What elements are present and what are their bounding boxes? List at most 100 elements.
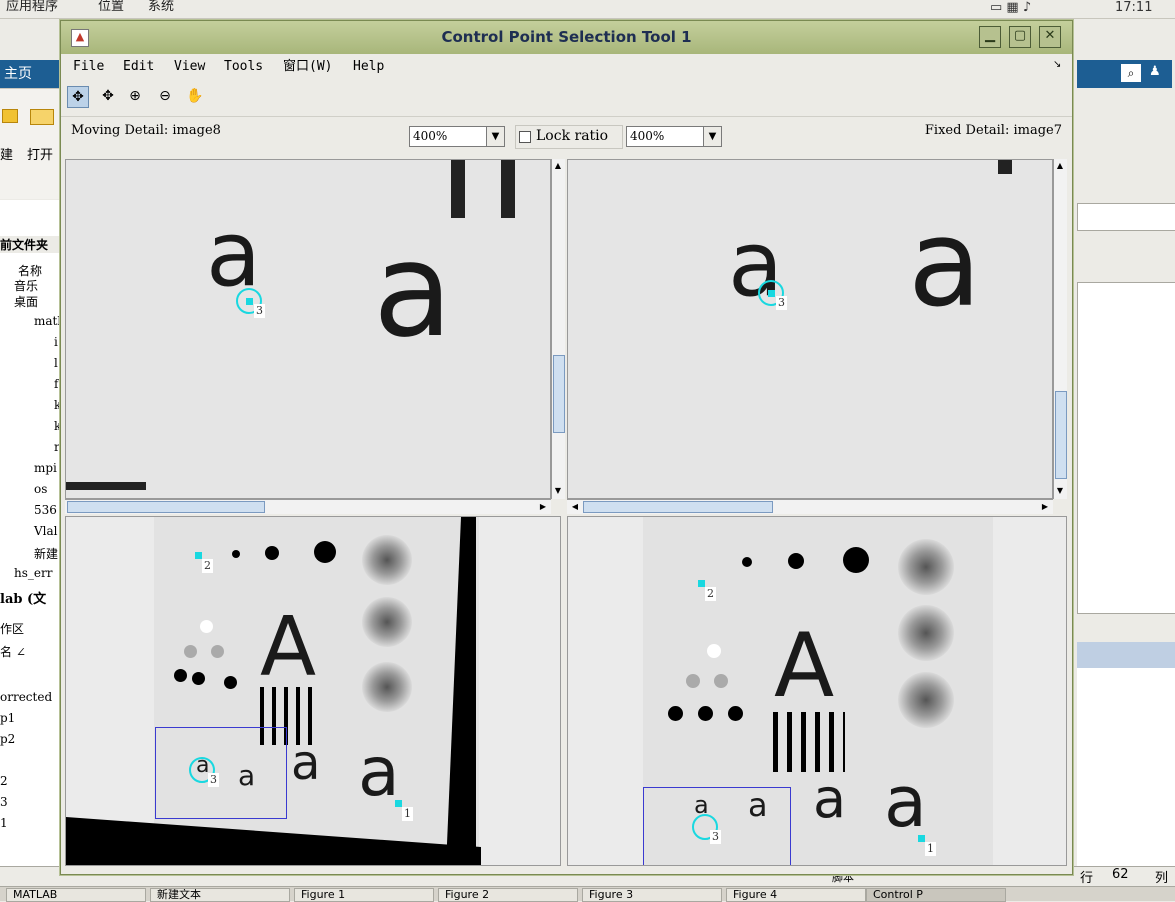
open-folder-icon[interactable] <box>30 109 54 125</box>
scroll-up-icon[interactable]: ▲ <box>1054 160 1066 172</box>
menu-tools[interactable]: Tools <box>224 55 263 79</box>
fixed-hscroll[interactable]: ◀ ▶ <box>567 499 1053 514</box>
cpselect-window: ▲ Control Point Selection Tool 1 ▁ ▢ ✕ F… <box>60 20 1073 875</box>
control-point-dot[interactable] <box>195 552 202 559</box>
fixed-detail-pane[interactable]: a a 3 <box>567 159 1053 499</box>
scroll-thumb[interactable] <box>1055 391 1067 479</box>
window-title: Control Point Selection Tool 1 <box>441 28 692 46</box>
system-menu[interactable]: 系统 <box>148 0 174 14</box>
control-point-dot[interactable] <box>768 290 775 297</box>
dot-mark <box>686 674 700 688</box>
scroll-right-icon[interactable]: ▶ <box>537 501 549 513</box>
dot-mark <box>714 674 728 688</box>
bell-icon[interactable]: ♟ <box>1149 64 1161 79</box>
detail-rectangle[interactable] <box>155 727 287 819</box>
chevron-down-icon[interactable]: ▼ <box>703 127 721 146</box>
tree-item[interactable]: Vlal <box>34 524 58 538</box>
noise-blob <box>898 605 954 661</box>
scroll-thumb[interactable] <box>553 355 565 433</box>
cp-select-tool-icon[interactable]: ✥ <box>67 86 89 108</box>
bg-editor-area <box>1077 282 1175 614</box>
scroll-up-icon[interactable]: ▲ <box>552 160 564 172</box>
tree-item[interactable]: 桌面 <box>14 293 38 310</box>
scroll-thumb[interactable] <box>583 501 773 513</box>
cp-add-tool-icon[interactable]: ✥ <box>97 86 119 108</box>
new-label: 建 <box>0 148 14 163</box>
dot-mark <box>200 620 213 633</box>
dot-mark <box>192 672 205 685</box>
scroll-right-icon[interactable]: ▶ <box>1039 501 1051 513</box>
cp-label: 2 <box>705 587 716 601</box>
noise-blob <box>362 662 412 712</box>
dock-arrow-icon[interactable]: ↘ <box>1053 59 1061 70</box>
moving-hscroll[interactable]: ▶ <box>65 499 551 514</box>
control-point-dot[interactable] <box>698 580 705 587</box>
moving-detail-label: Moving Detail: image8 <box>71 123 221 138</box>
tree-item[interactable]: 536 <box>34 503 57 517</box>
tree-item[interactable]: i <box>54 335 58 349</box>
tree-item[interactable]: 新建 <box>34 545 58 562</box>
fixed-vscroll[interactable]: ▲ ▼ <box>1053 159 1067 499</box>
chevron-down-icon[interactable]: ▼ <box>486 127 504 146</box>
tree-item[interactable]: hs_err <box>14 566 52 580</box>
menu-file[interactable]: File <box>73 55 104 79</box>
status-row-value: 62 <box>1112 867 1129 882</box>
zoom-out-icon[interactable]: ⊖ <box>154 86 176 108</box>
bg-search-bar[interactable]: ⌕ ♟ <box>1077 60 1172 88</box>
control-point-dot[interactable] <box>246 298 253 305</box>
noise-blob <box>362 597 412 647</box>
maximize-button[interactable]: ▢ <box>1009 26 1031 48</box>
menu-bar: File Edit View Tools 窗口(W) Help ↘ <box>61 55 1072 79</box>
bg-address-field[interactable] <box>1077 203 1175 231</box>
lock-ratio-checkbox[interactable] <box>519 131 531 143</box>
bar-mark <box>451 160 465 218</box>
close-button[interactable]: ✕ <box>1039 26 1061 48</box>
fixed-overview-pane[interactable]: A a a a a 3 2 1 <box>567 516 1067 866</box>
lock-ratio-label: Lock ratio <box>536 128 609 144</box>
title-bar[interactable]: ▲ Control Point Selection Tool 1 ▁ ▢ ✕ <box>61 21 1072 54</box>
moving-detail-pane[interactable]: a a 3 <box>65 159 551 499</box>
menu-view[interactable]: View <box>174 55 205 79</box>
scroll-left-icon[interactable]: ◀ <box>569 501 581 513</box>
letter-a: a <box>884 761 927 843</box>
letter-a: a <box>908 195 982 334</box>
noise-blob <box>898 539 954 595</box>
cmd-line: 3 <box>0 795 8 809</box>
open-label[interactable]: 打开 <box>27 144 53 163</box>
minimize-button[interactable]: ▁ <box>979 26 1001 48</box>
dot-mark <box>211 645 224 658</box>
moving-vscroll[interactable]: ▲ ▼ <box>551 159 565 499</box>
tree-item[interactable]: os <box>34 482 47 496</box>
tree-item[interactable]: matl <box>34 314 61 328</box>
lock-ratio-group[interactable]: Lock ratio <box>515 125 623 149</box>
moving-overview-pane[interactable]: A a a a a 3 2 1 <box>65 516 561 866</box>
apps-menu[interactable]: 应用程序 <box>6 0 58 14</box>
scroll-thumb[interactable] <box>67 501 265 513</box>
tree-item[interactable]: l <box>54 356 58 370</box>
new-icon[interactable] <box>2 109 18 123</box>
control-point-dot[interactable] <box>918 835 925 842</box>
pan-hand-icon[interactable]: ✋ <box>184 86 206 108</box>
scroll-down-icon[interactable]: ▼ <box>1054 485 1066 497</box>
dot-mark <box>668 706 683 721</box>
tree-item[interactable]: mpi <box>34 461 57 475</box>
menu-edit[interactable]: Edit <box>123 55 154 79</box>
menu-help[interactable]: Help <box>353 55 384 79</box>
dot-mark <box>174 669 187 682</box>
tree-item[interactable]: r <box>54 440 60 454</box>
cmd-line: orrected <box>0 690 53 704</box>
fixed-zoom-select[interactable]: 400% ▼ <box>626 126 722 147</box>
dot-mark <box>707 644 721 658</box>
search-icon[interactable]: ⌕ <box>1121 64 1141 82</box>
places-menu[interactable]: 位置 <box>98 0 124 14</box>
status-col-label: 列 <box>1155 871 1169 886</box>
dot-mark <box>728 706 743 721</box>
bg-home-tab[interactable]: 主页 <box>0 60 60 88</box>
tree-item[interactable]: 音乐 <box>14 277 38 294</box>
tree-item[interactable]: f <box>54 377 58 391</box>
zoom-in-icon[interactable]: ⊕ <box>124 86 146 108</box>
moving-zoom-select[interactable]: 400% ▼ <box>409 126 505 147</box>
control-point-dot[interactable] <box>395 800 402 807</box>
menu-window[interactable]: 窗口(W) <box>283 55 332 79</box>
scroll-down-icon[interactable]: ▼ <box>552 485 564 497</box>
